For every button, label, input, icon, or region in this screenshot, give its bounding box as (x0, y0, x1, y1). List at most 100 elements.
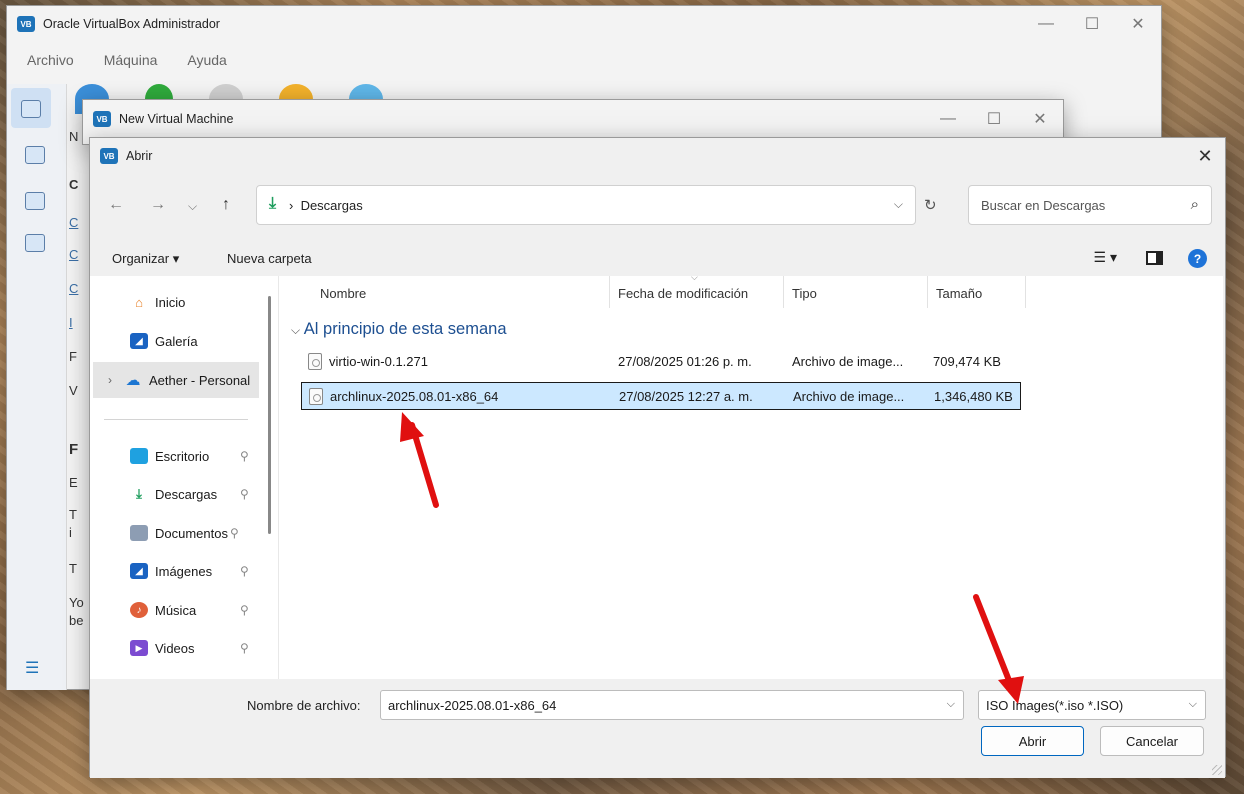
pin-icon[interactable]: ⚲ (240, 641, 249, 655)
nav-item-label: Aether - Personal (149, 372, 251, 388)
nav-item-galeria[interactable]: ◢ Galería (130, 331, 198, 351)
home-icon: ⌂ (135, 294, 143, 310)
file-size: 1,346,480 KB (934, 389, 1013, 404)
cloud-tool-icon[interactable] (25, 234, 45, 252)
virtualbox-logo-icon: VB (93, 111, 111, 127)
nav-scrollbar[interactable] (268, 296, 271, 534)
chevron-down-icon[interactable]: ⌵ (894, 197, 903, 212)
column-header-size[interactable]: Tamaño (936, 286, 982, 301)
behind-letter: I (69, 315, 73, 330)
recent-chevron-down-icon[interactable]: ⌵ (188, 199, 197, 214)
file-name: archlinux-2025.08.01-x86_64 (330, 389, 499, 404)
nav-item-label: Videos (155, 640, 195, 656)
up-arrow-icon[interactable]: ↑ (222, 196, 230, 214)
nav-item-label: Imágenes (155, 563, 213, 579)
menu-maquina[interactable]: Máquina (104, 52, 158, 68)
disc-image-file-icon (308, 353, 322, 370)
nvm-title-bar: VB New Virtual Machine — ☐ ✕ (83, 100, 1063, 138)
nav-item-imagenes[interactable]: ◢ Imágenes ⚲ (130, 561, 249, 581)
maximize-icon[interactable]: ☐ (971, 100, 1017, 138)
search-input[interactable]: Buscar en Descargas ⌕ (968, 185, 1212, 225)
breadcrumb-descargas[interactable]: Descargas (301, 198, 363, 213)
refresh-icon[interactable]: ↻ (924, 196, 937, 214)
behind-letter: i (69, 525, 72, 540)
navigation-bar: ← → ⌵ ↑ ⤓ › Descargas ⌵ ↻ Buscar en Desc… (90, 174, 1225, 238)
open-button[interactable]: Abrir (981, 726, 1084, 756)
group-header[interactable]: ⌵ Al principio de esta semana (291, 320, 507, 339)
nav-item-escritorio[interactable]: Escritorio ⚲ (130, 446, 249, 466)
behind-letter: be (69, 613, 84, 628)
behind-letter: Yo (69, 595, 84, 610)
nav-item-inicio[interactable]: ⌂ Inicio (130, 292, 185, 312)
nav-item-descargas[interactable]: ⤓ Descargas ⚲ (130, 484, 249, 504)
minimize-icon[interactable]: — (1023, 6, 1069, 42)
disc-image-file-icon (309, 388, 323, 405)
preview-pane-icon[interactable] (1146, 251, 1163, 265)
nav-item-label: Inicio (155, 294, 186, 310)
command-bar: Organizar ▾ Nueva carpeta ☰ ▾ ? (90, 240, 1225, 276)
chevron-down-icon[interactable]: ⌵ (947, 698, 955, 711)
nav-item-videos[interactable]: ▶ Videos ⚲ (130, 638, 249, 658)
nvm-window-title: New Virtual Machine (119, 112, 234, 126)
media-tool-icon[interactable] (25, 146, 45, 164)
behind-letter: T (69, 507, 77, 522)
cancel-button[interactable]: Cancelar (1100, 726, 1204, 756)
behind-letter: C (69, 281, 79, 296)
music-icon: ♪ (130, 602, 148, 618)
group-header-label: Al principio de esta semana (303, 320, 507, 338)
maximize-icon[interactable]: ☐ (1069, 6, 1115, 42)
behind-letter: C (69, 247, 79, 262)
virtualbox-logo-icon: VB (100, 148, 118, 164)
file-date: 27/08/2025 12:27 a. m. (619, 389, 753, 404)
column-separator (783, 276, 784, 308)
behind-letter: T (69, 561, 77, 576)
pin-icon[interactable]: ⚲ (230, 526, 239, 540)
help-icon[interactable]: ? (1188, 249, 1207, 268)
chevron-right-icon[interactable]: › (108, 373, 112, 387)
address-bar[interactable]: ⤓ › Descargas ⌵ (256, 185, 916, 225)
close-icon[interactable]: ✕ (1115, 6, 1161, 42)
forward-arrow-icon[interactable]: → (150, 196, 166, 214)
main-side-toolbar: ☰ (7, 84, 67, 690)
network-tool-icon[interactable] (25, 192, 45, 210)
nav-item-onedrive[interactable]: › ☁ Aether - Personal (108, 370, 250, 390)
breadcrumb: › Descargas (289, 198, 363, 213)
search-placeholder: Buscar en Descargas (981, 198, 1106, 213)
column-header-name[interactable]: Nombre (320, 286, 366, 301)
videos-icon: ▶ (130, 640, 148, 656)
filename-input[interactable]: archlinux-2025.08.01-x86_64 ⌵ (380, 690, 964, 720)
desktop-icon (130, 448, 148, 464)
filename-value: archlinux-2025.08.01-x86_64 (388, 698, 557, 713)
close-icon[interactable]: ✕ (1185, 138, 1225, 174)
machine-tool-icon (21, 100, 41, 118)
back-arrow-icon[interactable]: ← (108, 196, 124, 214)
download-icon: ⤓ (269, 195, 277, 212)
chevron-down-icon[interactable]: ⌵ (1189, 698, 1197, 711)
file-row-selected[interactable]: archlinux-2025.08.01-x86_64 27/08/2025 1… (301, 382, 1021, 410)
pin-icon[interactable]: ⚲ (240, 603, 249, 617)
menu-archivo[interactable]: Archivo (27, 52, 74, 68)
resize-grip[interactable] (1212, 765, 1222, 775)
behind-letter: N (69, 129, 79, 144)
file-type-select[interactable]: ISO Images(*.iso *.ISO) ⌵ (978, 690, 1206, 720)
view-options-icon[interactable]: ☰ ▾ (1094, 249, 1117, 266)
download-icon: ⤓ (136, 486, 142, 501)
file-row[interactable]: virtio-win-0.1.271 27/08/2025 01:26 p. m… (301, 348, 1021, 376)
close-icon[interactable]: ✕ (1017, 100, 1063, 138)
behind-letter: V (69, 383, 78, 398)
nav-item-documentos[interactable]: Documentos ⚲ (130, 523, 239, 543)
organize-button[interactable]: Organizar ▾ (112, 251, 179, 267)
file-list-pane: ⌵ Nombre Fecha de modificación Tipo Tama… (278, 272, 1223, 679)
pin-icon[interactable]: ⚲ (240, 564, 249, 578)
column-header-date[interactable]: Fecha de modificación (618, 286, 748, 301)
column-separator (1025, 276, 1026, 308)
list-view-icon[interactable]: ☰ (25, 658, 39, 678)
column-header-type[interactable]: Tipo (792, 286, 817, 301)
main-menu-bar: Archivo Máquina Ayuda (27, 52, 227, 68)
menu-ayuda[interactable]: Ayuda (187, 52, 226, 68)
pin-icon[interactable]: ⚲ (240, 449, 249, 463)
new-folder-button[interactable]: Nueva carpeta (227, 251, 312, 266)
minimize-icon[interactable]: — (925, 100, 971, 138)
nav-item-musica[interactable]: ♪ Música ⚲ (130, 600, 249, 620)
pin-icon[interactable]: ⚲ (240, 487, 249, 501)
